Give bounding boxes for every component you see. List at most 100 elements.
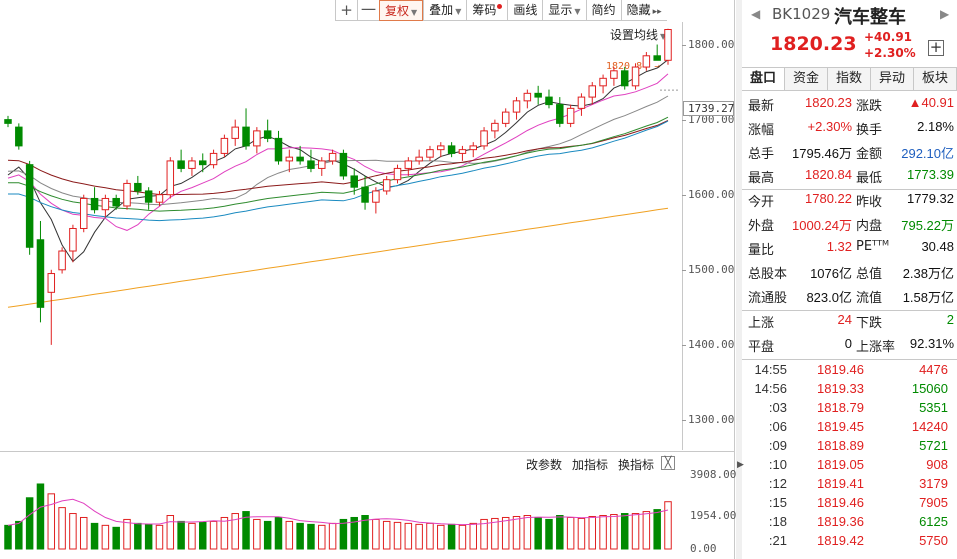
volume-bar (155, 524, 164, 550)
candle-body (599, 77, 607, 87)
quote-row: 量比 1.32 PEᵀᵀᴹ 30.48 (742, 239, 957, 263)
candle-body (263, 130, 272, 139)
tick-separator (742, 359, 957, 360)
tick-list[interactable]: 14:55 1819.46 4476 14:56 1819.33 15060:03 1818… (742, 359, 957, 552)
quote-value: 2.18% (917, 119, 954, 134)
display-label: 显示 (548, 3, 573, 17)
kline-chart-area[interactable]: + 一 复权 ▼ 叠加 ▼ 筹码 画线 显示 ▼ 简约 隐藏 ▸▸ 设置均线 ▼ 1820… (0, 0, 737, 559)
tab-sector[interactable]: 板块 (914, 68, 957, 90)
volume-bar (545, 518, 553, 550)
quote-row: 外盘 1000.24万 内盘 795.22万 (742, 215, 957, 239)
volume-bar (566, 516, 575, 550)
adjust-rights-label: 复权 (385, 4, 410, 18)
price-change: +40.91 +2.30% (864, 29, 916, 61)
tab-capital[interactable]: 资金 (785, 68, 828, 90)
quote-label: 流通股 (748, 291, 788, 306)
display-button[interactable]: 显示 ▼ (542, 0, 585, 21)
volume-bar (512, 515, 521, 550)
candle-body (588, 85, 597, 98)
next-stock-icon[interactable]: ▶ (940, 7, 949, 21)
candle-body (350, 175, 358, 188)
candle-body (469, 145, 477, 151)
tab-order-book[interactable]: 盘口 (742, 68, 785, 90)
tick-price: 1819.41 (817, 476, 864, 491)
quote-label: 换手 (856, 123, 883, 138)
quote-value: 1795.46万 (792, 146, 852, 161)
add-watchlist-icon[interactable]: + (928, 40, 944, 56)
candle-body (642, 55, 651, 68)
candle-body (58, 250, 66, 271)
draw-line-label: 画线 (513, 3, 538, 17)
quote-row: 上涨 24 下跌 2 (742, 312, 957, 336)
volume-bar (188, 522, 196, 550)
volume-bar (36, 483, 45, 550)
candle-body (556, 104, 564, 124)
quote-label: 金额 (856, 147, 883, 162)
volume-bar (556, 515, 564, 550)
quote-value: 795.22万 (901, 218, 954, 233)
quote-value: ▲40.91 (908, 95, 954, 110)
quote-value: 292.10亿 (901, 146, 954, 161)
candle-body (512, 100, 521, 113)
volume-bar (437, 524, 445, 550)
candle-body (437, 145, 445, 151)
quote-grid: 最新 1820.23 涨跌 ▲40.91 涨幅 +2.30% 换手 2.18% 总手 1795.4… (742, 91, 957, 359)
quote-label: 总值 (856, 267, 883, 282)
quote-value: 1780.22 (805, 191, 852, 206)
volume-bar (166, 515, 175, 550)
candle-body (285, 156, 294, 162)
chips-button[interactable]: 筹码 (466, 0, 507, 21)
tick-row: 14:55 1819.46 4476 (742, 362, 957, 381)
tick-price: 1819.05 (817, 457, 864, 472)
candle-body (209, 152, 218, 166)
quote-label: 今开 (748, 195, 775, 210)
tick-volume: 15060 (911, 381, 948, 396)
quote-label: 外盘 (748, 219, 775, 234)
candle-body (523, 92, 532, 102)
candle-body (90, 197, 99, 211)
candle-body (166, 160, 175, 196)
draw-line-button[interactable]: 画线 (507, 0, 542, 21)
quote-label: 总手 (748, 147, 775, 162)
candle-body (253, 130, 261, 147)
candlestick-plot[interactable] (0, 22, 680, 450)
zoom-in-button[interactable]: + (335, 0, 357, 21)
candle-body (4, 119, 12, 124)
price-tick-mark (682, 269, 686, 271)
adjust-rights-button[interactable]: 复权 ▼ (379, 0, 424, 21)
candle-body (318, 160, 326, 169)
candle-body (545, 96, 553, 106)
simple-mode-button[interactable]: 简约 (585, 0, 621, 21)
quote-row: 今开 1780.22 昨收 1779.32 (742, 191, 957, 215)
candle-body (566, 107, 575, 124)
tab-index[interactable]: 指数 (828, 68, 871, 90)
candle-body (296, 156, 304, 162)
volume-bar (339, 518, 348, 550)
quote-label: 上涨率 (856, 340, 896, 355)
hide-button[interactable]: 隐藏 ▸▸ (620, 0, 667, 21)
candle-body (426, 149, 434, 158)
candle-body (620, 70, 629, 87)
volume-bar (588, 515, 597, 550)
change-amount: +40.91 (864, 30, 913, 44)
simple-mode-label: 简约 (591, 3, 616, 17)
volume-tick-label: 1954.00 (690, 509, 737, 522)
volume-plot[interactable] (0, 452, 680, 559)
zoom-out-button[interactable]: 一 (357, 0, 379, 21)
candle-body (25, 164, 34, 248)
candle-body (382, 179, 391, 192)
tick-price: 1818.89 (817, 438, 864, 453)
volume-bar (631, 513, 640, 550)
price-tick-mark (682, 194, 686, 196)
tab-movement[interactable]: 异动 (871, 68, 914, 90)
tick-time: 14:56 (754, 381, 787, 396)
volume-tick-label: 3908.00 (690, 468, 737, 481)
candle-body (123, 182, 131, 207)
quote-value: +2.30% (807, 119, 852, 134)
chevron-down-icon: ▼ (574, 7, 581, 16)
volume-bar (372, 518, 380, 550)
prev-stock-icon[interactable]: ◀ (751, 7, 760, 21)
quote-row: 最新 1820.23 涨跌 ▲40.91 (742, 95, 957, 119)
overlay-button[interactable]: 叠加 ▼ (423, 0, 466, 21)
tick-price: 1819.46 (817, 362, 864, 377)
